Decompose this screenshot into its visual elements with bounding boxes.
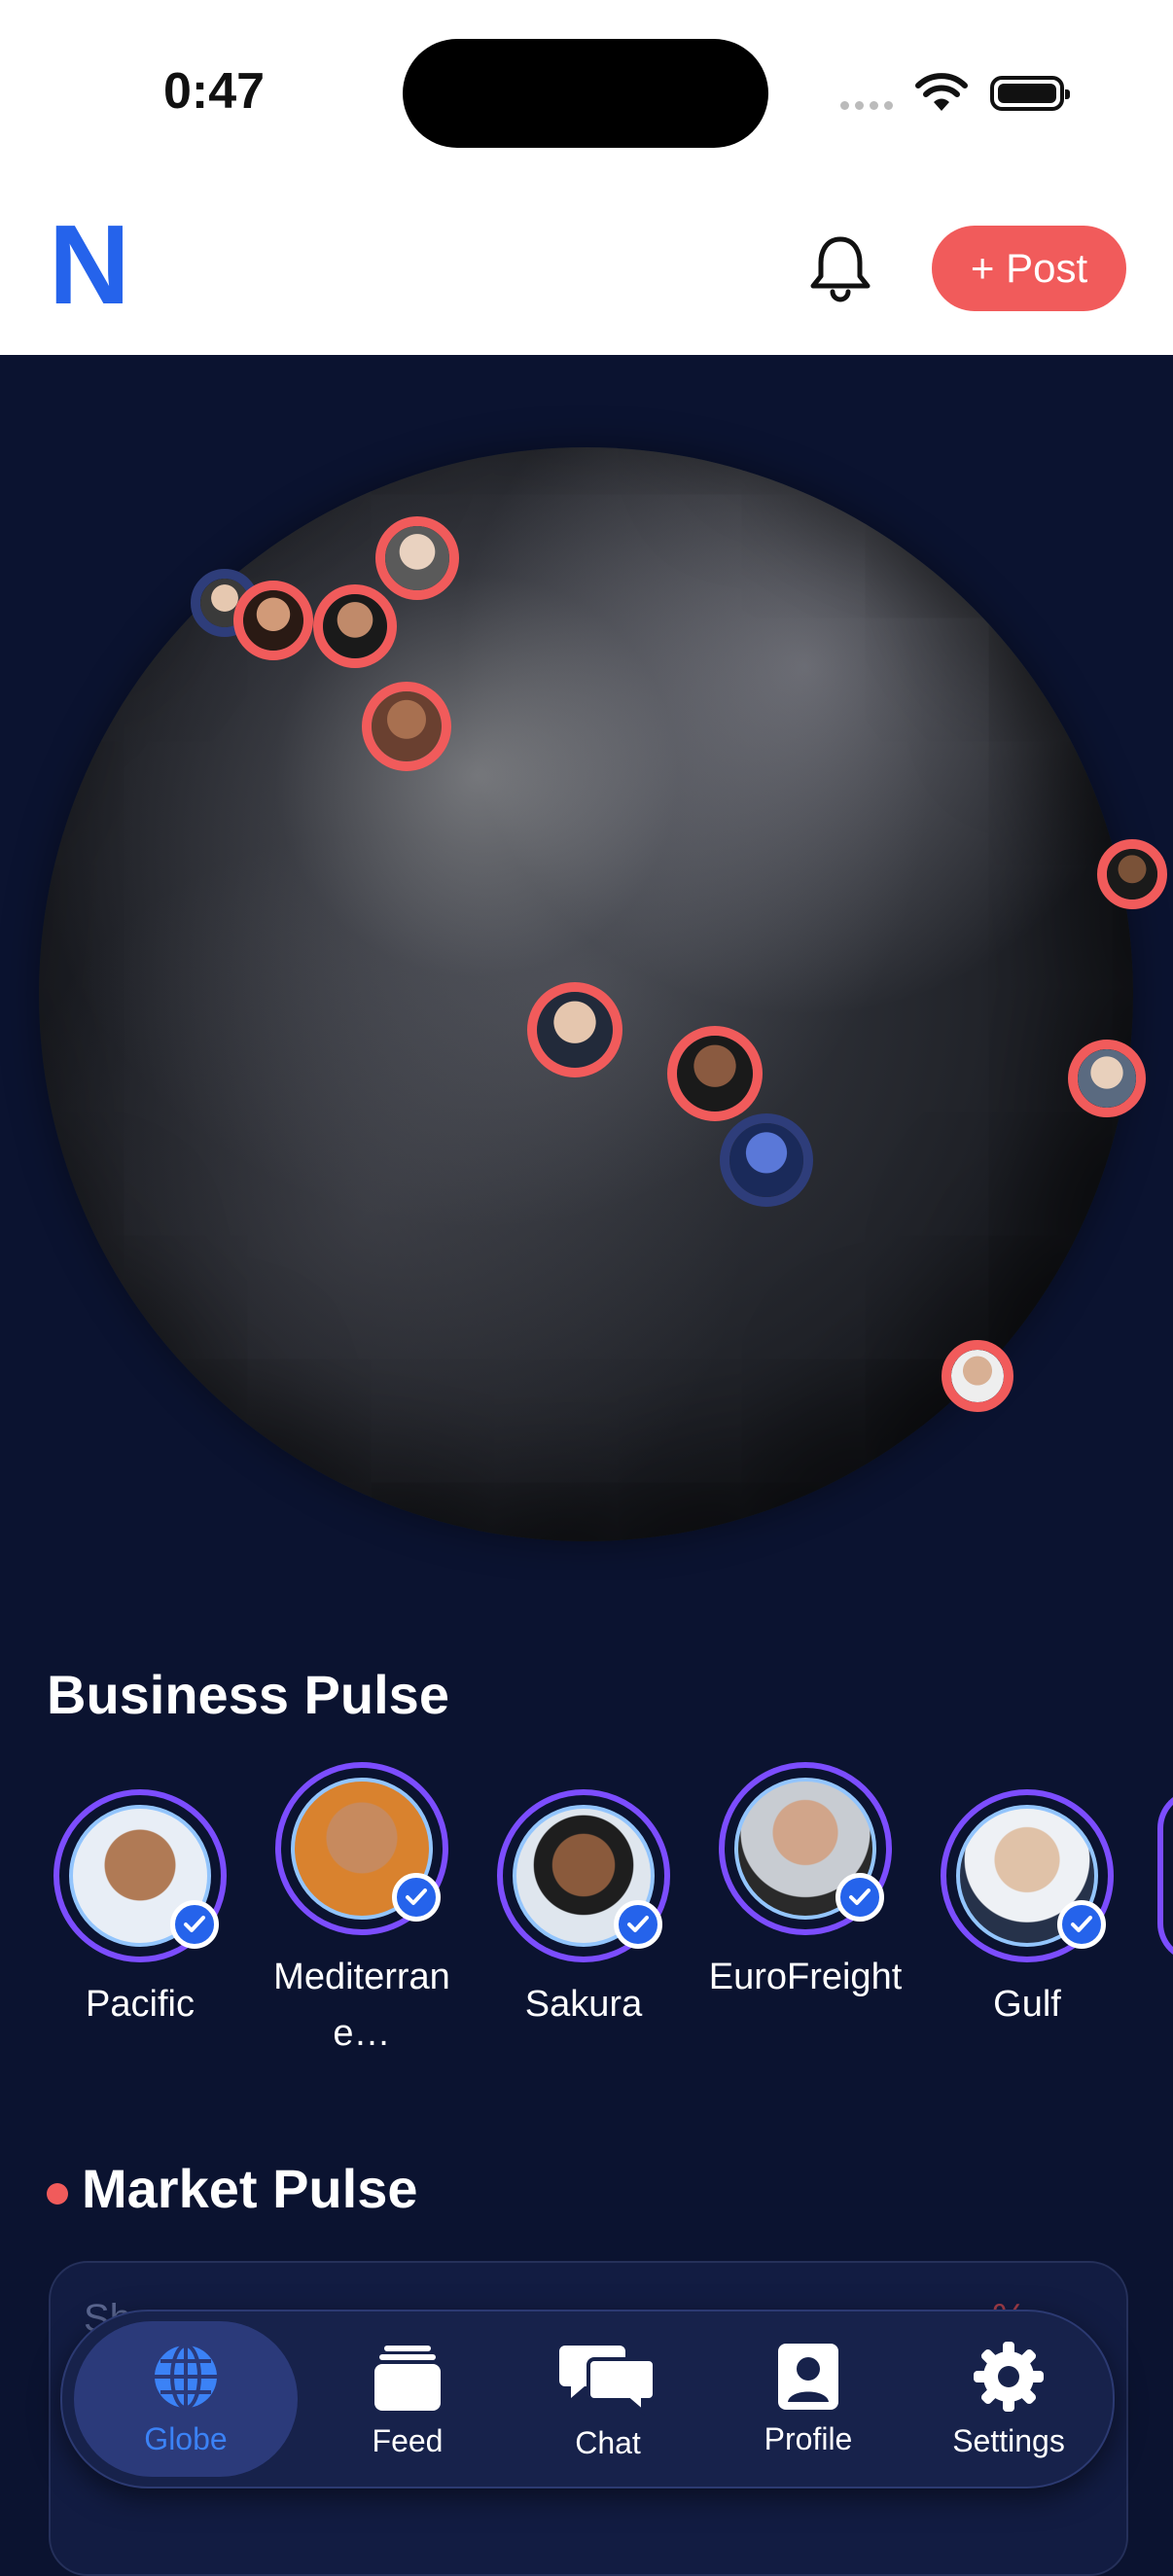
live-dot-icon	[47, 2183, 68, 2205]
globe-icon	[155, 2343, 217, 2410]
verified-badge-icon	[614, 1900, 662, 1949]
battery-icon	[990, 76, 1070, 111]
story-label: Sakura	[524, 1984, 643, 2025]
globe-view[interactable]	[0, 355, 1173, 1580]
dynamic-island	[403, 39, 768, 148]
story-label: Mediterrane…	[273, 1957, 450, 2054]
tab-label: Profile	[764, 2420, 853, 2456]
profile-icon	[778, 2343, 838, 2410]
verified-badge-icon	[170, 1900, 219, 1949]
tab-settings[interactable]: Settings	[906, 2311, 1111, 2487]
story-label: Gulf	[993, 1984, 1061, 2025]
story-ring	[719, 1762, 892, 1935]
story-label: Pacific	[86, 1984, 195, 2025]
tab-label: Globe	[144, 2420, 228, 2456]
globe-user-pin[interactable]	[233, 581, 313, 660]
story-ring	[275, 1762, 448, 1935]
business-pulse-title: Business Pulse	[47, 1664, 449, 1725]
chat-icon	[559, 2345, 657, 2416]
story-sakura[interactable]: Sakura	[477, 1789, 691, 2032]
gear-icon	[974, 2341, 1044, 2412]
globe-user-pin[interactable]	[527, 982, 622, 1077]
tab-globe[interactable]: Globe	[74, 2321, 298, 2477]
tab-label: Settings	[952, 2422, 1065, 2458]
verified-badge-icon	[1057, 1900, 1106, 1949]
story-partial[interactable]	[1157, 1789, 1173, 1962]
story-eurofreight[interactable]: EuroFreight	[698, 1762, 912, 2005]
app-logo[interactable]: N	[49, 208, 130, 321]
globe-user-pin[interactable]	[720, 1113, 813, 1207]
story-ring	[1157, 1789, 1173, 1962]
globe-user-pin[interactable]	[667, 1026, 763, 1121]
market-pulse-title: Market Pulse	[82, 2158, 418, 2219]
story-ring	[53, 1789, 227, 1962]
story-ring	[941, 1789, 1114, 1962]
globe-user-pin[interactable]	[942, 1340, 1013, 1412]
story-ring	[497, 1789, 670, 1962]
story-gulf[interactable]: Gulf	[920, 1789, 1134, 2032]
story-pacific[interactable]: Pacific	[33, 1789, 247, 2032]
globe-user-pin[interactable]	[1097, 839, 1167, 909]
feed-icon	[374, 2345, 441, 2411]
tab-chat[interactable]: Chat	[506, 2311, 710, 2487]
signal-icon	[840, 101, 893, 110]
wifi-icon	[915, 73, 968, 111]
tab-label: Feed	[372, 2422, 444, 2458]
verified-badge-icon	[835, 1873, 884, 1922]
story-label: EuroFreight	[708, 1957, 903, 1997]
tab-label: Chat	[575, 2424, 641, 2460]
globe-user-pin[interactable]	[362, 682, 451, 771]
status-bar: 0:47	[0, 0, 1173, 194]
story-mediterranean[interactable]: Mediterrane…	[255, 1762, 469, 2062]
tab-profile[interactable]: Profile	[706, 2311, 910, 2487]
tab-feed[interactable]: Feed	[305, 2311, 510, 2487]
bottom-tab-bar: Globe Feed Chat Profile Settings	[60, 2310, 1115, 2488]
globe-user-pin[interactable]	[313, 584, 397, 668]
verified-badge-icon	[392, 1873, 441, 1922]
bell-icon[interactable]	[807, 233, 873, 303]
post-button[interactable]: + Post	[932, 226, 1126, 311]
status-time: 0:47	[163, 63, 266, 120]
globe-user-pin[interactable]	[375, 516, 459, 600]
globe-user-pin[interactable]	[1068, 1040, 1146, 1117]
